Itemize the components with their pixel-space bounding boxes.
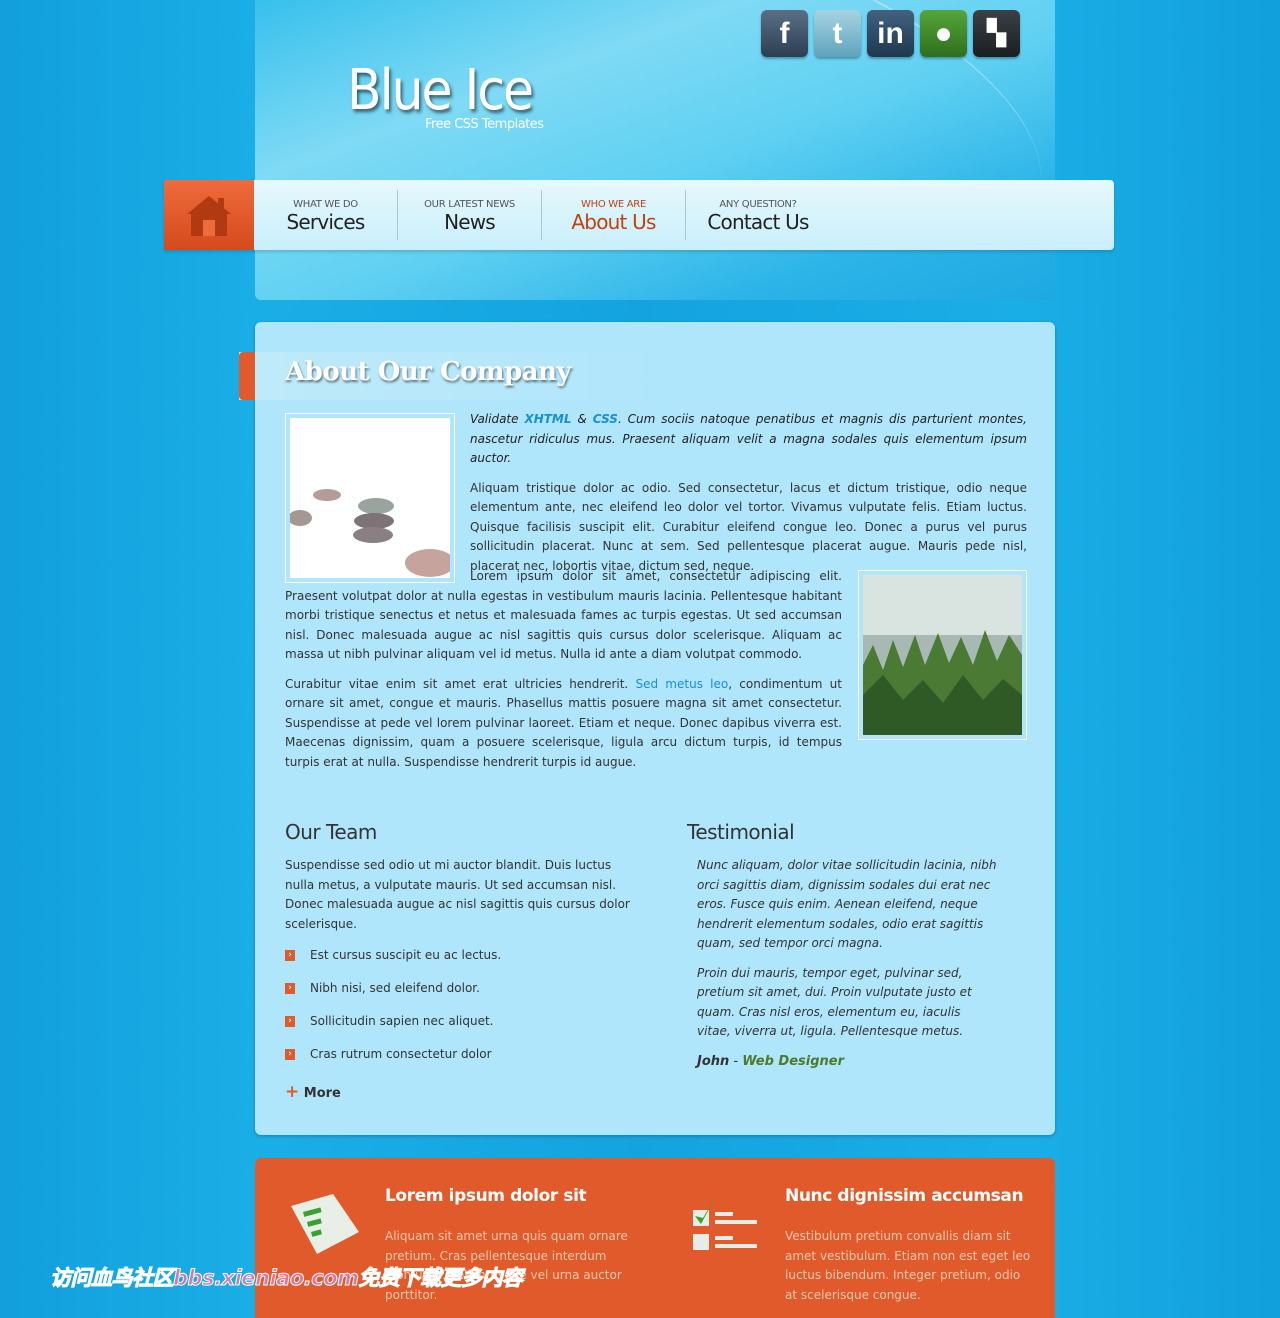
list-item-text: Cras rutrum consectetur dolor xyxy=(310,1047,492,1061)
testimonial-quote-1: Nunc aliquam, dolor vitae sollicitudin l… xyxy=(697,858,997,950)
facebook-icon[interactable]: f xyxy=(761,10,808,57)
more-link[interactable]: + More xyxy=(285,1082,630,1102)
myspace-icon[interactable]: ▚ xyxy=(973,10,1020,57)
title-tab xyxy=(239,352,255,400)
footer-text-2: Vestibulum pretium convallis diam sit am… xyxy=(785,1229,1031,1302)
list-item: › Sollicitudin sapien nec aliquet. xyxy=(285,1014,630,1047)
testimonial-title: Testimonial xyxy=(687,820,795,844)
chevron-right-icon: › xyxy=(285,950,295,961)
paragraph-3: Curabitur vitae enim sit amet erat ultri… xyxy=(285,675,842,773)
footer: Lorem ipsum dolor sit Aliquam sit amet u… xyxy=(255,1158,1055,1318)
paragraph-1: Aliquam tristique dolor ac odio. Sed con… xyxy=(470,480,1027,573)
linkedin-icon[interactable]: in xyxy=(867,10,914,57)
twitter-icon[interactable]: t xyxy=(814,10,861,57)
home-button[interactable] xyxy=(164,180,254,250)
footer-title-2: Nunc dignissim accumsan xyxy=(785,1186,1024,1206)
stones-image xyxy=(285,413,455,583)
nav-contact-us[interactable]: ANY QUESTION? Contact Us xyxy=(686,190,830,240)
list-item-text: Est cursus suscipit eu ac lectus. xyxy=(310,948,502,962)
chevron-right-icon: › xyxy=(285,983,295,994)
chevron-right-icon: › xyxy=(285,1016,295,1027)
team-list: › Est cursus suscipit eu ac lectus. › Nibh… xyxy=(285,948,630,1080)
forest-image xyxy=(858,570,1027,740)
nav-label: News xyxy=(444,210,496,234)
paragraph-2: Lorem ipsum dolor sit amet, consectetur … xyxy=(285,569,842,661)
nav-label: Contact Us xyxy=(707,210,809,234)
footer-title-1: Lorem ipsum dolor sit xyxy=(385,1186,587,1206)
p3-pre: Curabitur vitae enim sit amet erat ultri… xyxy=(285,676,636,691)
home-icon xyxy=(187,196,231,236)
team-section: Our Team Suspendisse sed odio ut mi auct… xyxy=(285,820,630,1102)
nav-sub: WHO WE ARE xyxy=(581,199,646,210)
chat-icon[interactable]: ● xyxy=(920,10,967,57)
document-chart-icon xyxy=(291,1194,359,1254)
nav-label: Services xyxy=(286,210,366,234)
author-name: John xyxy=(697,1053,730,1069)
social-links: f t in ● ▚ xyxy=(761,10,1020,57)
intro-pre: Validate xyxy=(470,412,525,426)
team-text: Suspendisse sed odio ut mi auctor blandi… xyxy=(285,858,630,931)
testimonial-quote-2: Proin dui mauris, tempor eget, pulvinar … xyxy=(697,965,972,1039)
xhtml-link[interactable]: XHTML xyxy=(524,412,571,426)
watermark: 访问血鸟社区bbs.xieniao.com免费下载更多内容 xyxy=(50,1266,524,1291)
plus-icon: + xyxy=(285,1082,300,1102)
content-panel: About Our Company Validate XHTML & CSS. … xyxy=(239,322,1055,1135)
main-nav: WHAT WE DO Services OUR LATEST NEWS News W… xyxy=(164,180,1114,250)
checklist-icon xyxy=(693,1194,757,1250)
nav-services[interactable]: WHAT WE DO Services xyxy=(254,190,398,240)
chevron-right-icon: › xyxy=(285,1049,295,1060)
team-title: Our Team xyxy=(285,820,377,844)
list-item-text: Nibh nisi, sed eleifend dolor. xyxy=(310,981,480,995)
testimonial-section: Testimonial Nunc aliquam, dolor vitae so… xyxy=(687,820,997,1071)
title-bar: About Our Company xyxy=(239,352,659,400)
author-role: Web Designer xyxy=(742,1053,844,1069)
more-label: More xyxy=(303,1086,341,1101)
author-sep: - xyxy=(729,1053,743,1069)
nav-label: About Us xyxy=(571,210,656,234)
list-item: › Est cursus suscipit eu ac lectus. xyxy=(285,948,630,981)
header: Blue Ice Free CSS Templates f t in ● ▚ xyxy=(255,0,1055,300)
nav-sub: WHAT WE DO xyxy=(293,199,358,210)
list-item-text: Sollicitudin sapien nec aliquet. xyxy=(310,1014,494,1028)
list-item: › Cras rutrum consectetur dolor xyxy=(285,1047,630,1080)
testimonial-author: John - Web Designer xyxy=(697,1052,997,1072)
tagline: Free CSS Templates xyxy=(425,117,544,132)
list-item: › Nibh nisi, sed eleifend dolor. xyxy=(285,981,630,1014)
page-title: About Our Company xyxy=(285,357,572,387)
nav-sub: ANY QUESTION? xyxy=(719,199,797,210)
sed-metus-link[interactable]: Sed metus leo xyxy=(635,677,728,691)
nav-news[interactable]: OUR LATEST NEWS News xyxy=(398,190,542,240)
intro-amp: & xyxy=(571,412,593,426)
intro-text: Validate XHTML & CSS. Cum sociis natoque… xyxy=(470,410,1027,469)
logo[interactable]: Blue Ice xyxy=(347,58,534,123)
nav-about-us[interactable]: WHO WE ARE About Us xyxy=(542,190,686,240)
css-link[interactable]: CSS xyxy=(593,412,618,426)
nav-sub: OUR LATEST NEWS xyxy=(424,199,515,210)
